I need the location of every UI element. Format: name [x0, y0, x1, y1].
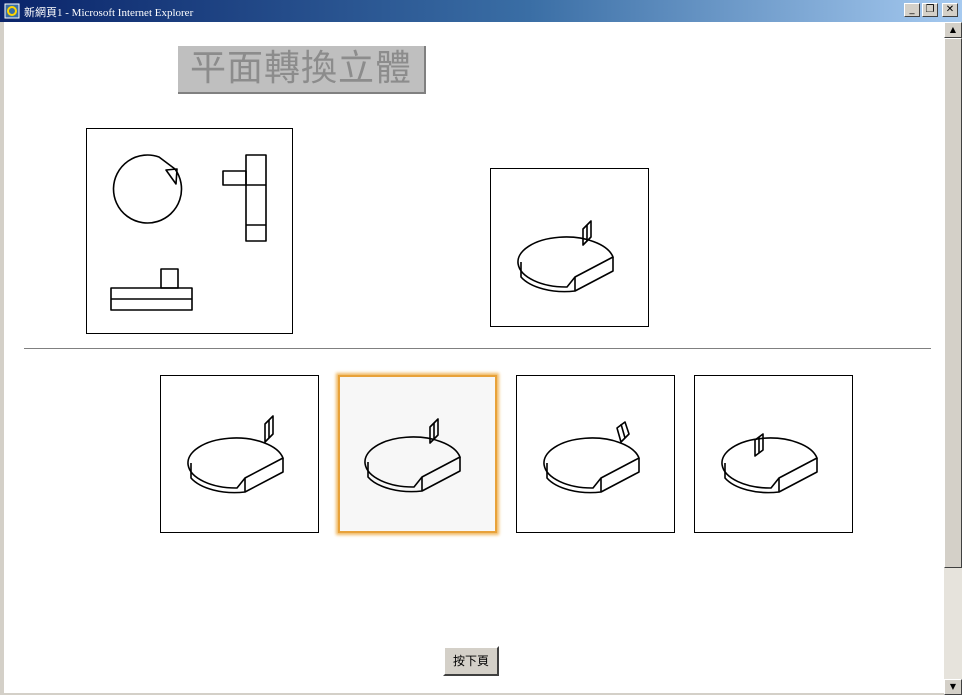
- window-titlebar: 新網頁1 - Microsoft Internet Explorer _ ❐ ✕: [0, 0, 962, 22]
- option-3[interactable]: [516, 375, 675, 533]
- front-view: [222, 154, 267, 242]
- option-2-shape: [364, 418, 461, 493]
- option-1[interactable]: [160, 375, 319, 533]
- orthographic-views-frame: [86, 128, 293, 334]
- section-divider: [24, 348, 931, 350]
- next-page-button[interactable]: 按下頁: [443, 646, 499, 676]
- scroll-thumb[interactable]: [944, 38, 962, 568]
- option-3-shape: [543, 421, 640, 494]
- option-4[interactable]: [694, 375, 853, 533]
- option-2[interactable]: [338, 375, 497, 533]
- vertical-scrollbar[interactable]: ▲ ▼: [944, 22, 962, 695]
- option-1-shape: [187, 415, 284, 494]
- maximize-button[interactable]: ❐: [922, 3, 938, 17]
- minimize-button[interactable]: _: [904, 3, 920, 17]
- scroll-up-icon[interactable]: ▲: [944, 22, 962, 38]
- isometric-cylinder-with-fin: [517, 220, 614, 293]
- answer-preview-frame: [490, 168, 649, 327]
- window-title: 新網頁1 - Microsoft Internet Explorer: [24, 7, 194, 19]
- orthographic-views-drawing: [110, 154, 267, 311]
- option-4-shape: [721, 433, 818, 494]
- scroll-down-icon[interactable]: ▼: [944, 679, 962, 695]
- ie-icon: [4, 3, 20, 19]
- top-view: [112, 154, 183, 224]
- page-content: 平面轉換立體 按下頁: [4, 22, 944, 693]
- close-button[interactable]: ✕: [942, 3, 958, 17]
- side-view: [110, 268, 193, 311]
- scroll-track[interactable]: [944, 38, 962, 679]
- page-title: 平面轉換立體: [178, 46, 426, 94]
